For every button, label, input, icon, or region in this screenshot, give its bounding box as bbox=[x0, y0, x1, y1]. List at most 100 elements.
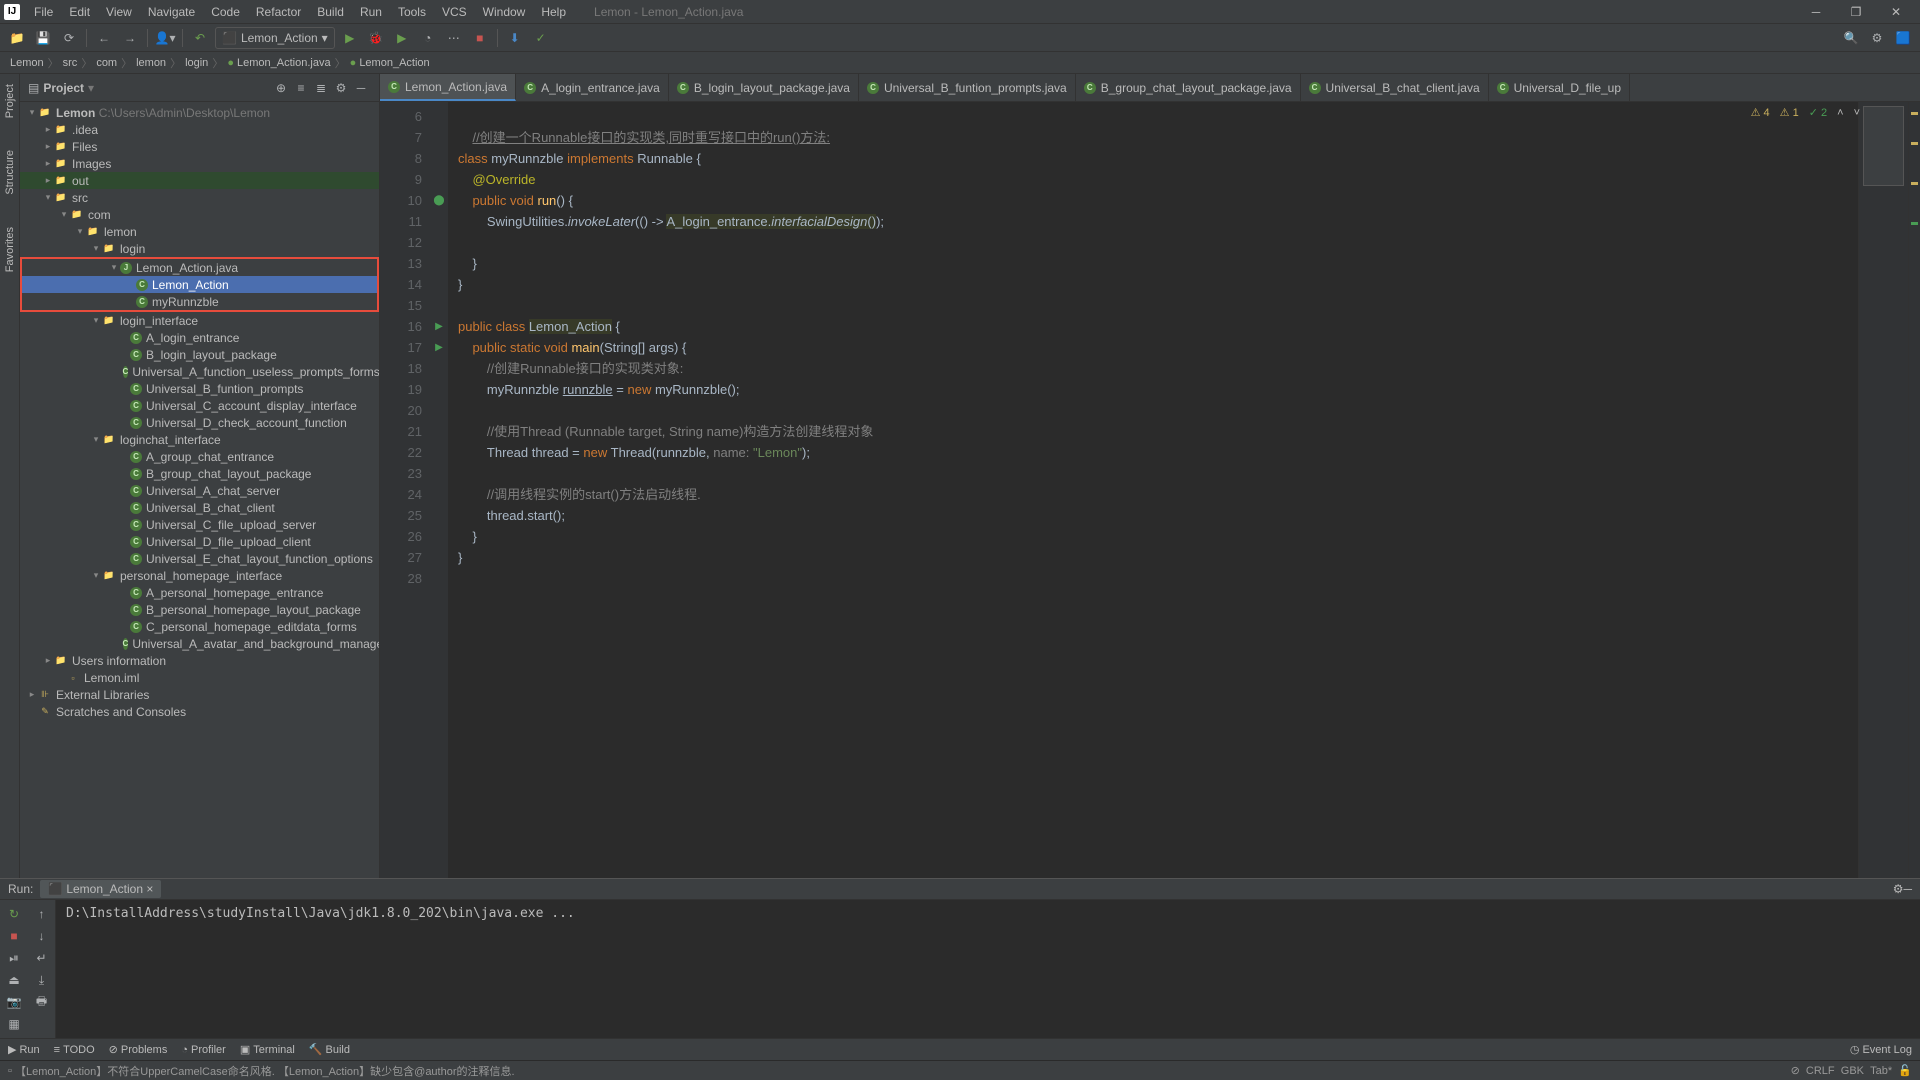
menu-vcs[interactable]: VCS bbox=[434, 3, 475, 21]
stop-icon[interactable]: ■ bbox=[469, 27, 491, 49]
debug-icon[interactable]: 🐞 bbox=[365, 27, 387, 49]
minimize-button[interactable]: ─ bbox=[1796, 1, 1836, 23]
gear-icon[interactable]: ⚙ bbox=[1893, 882, 1904, 896]
back-icon[interactable]: ← bbox=[93, 27, 115, 49]
down-icon[interactable]: ↓ bbox=[32, 926, 52, 946]
attach-icon[interactable]: ⋯ bbox=[443, 27, 465, 49]
menu-help[interactable]: Help bbox=[533, 3, 574, 21]
tree-class[interactable]: ▸CUniversal_D_file_upload_client bbox=[20, 533, 379, 550]
breadcrumb-item[interactable]: ● Lemon_Action.java bbox=[227, 57, 330, 69]
tree-node[interactable]: ▾📁login bbox=[20, 240, 379, 257]
search-icon[interactable]: 🔍 bbox=[1840, 27, 1862, 49]
menu-navigate[interactable]: Navigate bbox=[140, 3, 203, 21]
vcs-update-icon[interactable]: ⬇ bbox=[504, 27, 526, 49]
tree-root[interactable]: ▾📁Lemon C:\Users\Admin\Desktop\Lemon bbox=[20, 104, 379, 121]
tree-node[interactable]: ▸⊪External Libraries bbox=[20, 686, 379, 703]
tree-file[interactable]: ▾JLemon_Action.java bbox=[22, 259, 377, 276]
terminal-tab[interactable]: ▣ Terminal bbox=[240, 1043, 295, 1056]
code-minimap[interactable] bbox=[1858, 102, 1908, 878]
editor-tab-active[interactable]: CLemon_Action.java bbox=[380, 74, 516, 101]
tree-class[interactable]: ▸CUniversal_B_chat_client bbox=[20, 499, 379, 516]
camera-icon[interactable]: 📷 bbox=[4, 992, 24, 1012]
tree-class[interactable]: ▸CB_login_layout_package bbox=[20, 346, 379, 363]
tree-class[interactable]: ▸CC_personal_homepage_editdata_forms bbox=[20, 618, 379, 635]
tree-node[interactable]: ▸📁.idea bbox=[20, 121, 379, 138]
tree-class[interactable]: ▸CUniversal_A_chat_server bbox=[20, 482, 379, 499]
breadcrumb-item[interactable]: login bbox=[185, 57, 208, 69]
editor-tab[interactable]: CUniversal_B_chat_client.java bbox=[1301, 74, 1489, 101]
run-output[interactable]: D:\InstallAddress\studyInstall\Java\jdk1… bbox=[56, 900, 1920, 1038]
stop-icon[interactable]: ■ bbox=[4, 926, 24, 946]
avatar-icon[interactable]: 👤▾ bbox=[154, 27, 176, 49]
tree-node[interactable]: ▾📁com bbox=[20, 206, 379, 223]
tree-node[interactable]: ▸📁Images bbox=[20, 155, 379, 172]
menu-window[interactable]: Window bbox=[475, 3, 534, 21]
editor-tab[interactable]: CUniversal_B_funtion_prompts.java bbox=[859, 74, 1076, 101]
project-tree[interactable]: ▾📁Lemon C:\Users\Admin\Desktop\Lemon ▸📁.… bbox=[20, 102, 379, 878]
run-config-selector[interactable]: ⬛ Lemon_Action ▾ bbox=[215, 27, 335, 49]
wrap-icon[interactable]: ↵ bbox=[32, 948, 52, 968]
forward-icon[interactable]: → bbox=[119, 27, 141, 49]
menu-build[interactable]: Build bbox=[309, 3, 352, 21]
editor-tab[interactable]: CB_group_chat_layout_package.java bbox=[1076, 74, 1301, 101]
settings-icon[interactable]: ⚙ bbox=[1866, 27, 1888, 49]
tree-class[interactable]: ▸CUniversal_E_chat_layout_function_optio… bbox=[20, 550, 379, 567]
tree-node[interactable]: ▸📁Files bbox=[20, 138, 379, 155]
todo-tab[interactable]: ≡ TODO bbox=[54, 1044, 95, 1056]
breadcrumb-item[interactable]: lemon bbox=[136, 57, 166, 69]
tree-class-selected[interactable]: ▸CLemon_Action bbox=[22, 276, 377, 293]
code-text[interactable]: //创建一个Runnable接口的实现类,同时重写接口中的run()方法: cl… bbox=[448, 102, 1858, 878]
maximize-button[interactable]: ❐ bbox=[1836, 1, 1876, 23]
run-gutter-icon[interactable]: ▶ bbox=[430, 316, 448, 337]
gear-icon[interactable]: ⚙ bbox=[331, 78, 351, 98]
menu-run[interactable]: Run bbox=[352, 3, 390, 21]
breadcrumb-item[interactable]: ● Lemon_Action bbox=[350, 57, 430, 69]
layout-icon[interactable]: ▦ bbox=[4, 1014, 24, 1034]
hide-icon[interactable]: ─ bbox=[351, 78, 371, 98]
status-icon[interactable]: ▫ bbox=[8, 1065, 12, 1077]
structure-toolwindow-tab[interactable]: Structure bbox=[4, 144, 16, 201]
expand-all-icon[interactable]: ≡ bbox=[291, 78, 311, 98]
hide-icon[interactable]: ─ bbox=[1903, 882, 1912, 896]
project-toolwindow-tab[interactable]: Project bbox=[4, 78, 16, 124]
encoding[interactable]: GBK bbox=[1841, 1065, 1864, 1077]
print-icon[interactable]: 🖶 bbox=[32, 992, 52, 1012]
pause-icon[interactable]: ⏯ bbox=[4, 948, 24, 968]
breadcrumb-item[interactable]: com bbox=[96, 57, 117, 69]
inspection-strip[interactable] bbox=[1908, 102, 1920, 878]
tree-node[interactable]: ▾📁loginchat_interface bbox=[20, 431, 379, 448]
breadcrumb-item[interactable]: Lemon bbox=[10, 57, 44, 69]
lock-icon[interactable]: 🔓 bbox=[1898, 1064, 1912, 1077]
tree-node-out[interactable]: ▸📁out bbox=[20, 172, 379, 189]
refresh-icon[interactable]: ⟳ bbox=[58, 27, 80, 49]
open-icon[interactable]: 📁 bbox=[6, 27, 28, 49]
tree-class[interactable]: ▸CUniversal_C_account_display_interface bbox=[20, 397, 379, 414]
tree-node[interactable]: ▸✎Scratches and Consoles bbox=[20, 703, 379, 720]
menu-edit[interactable]: Edit bbox=[61, 3, 98, 21]
editor-tab[interactable]: CA_login_entrance.java bbox=[516, 74, 669, 101]
collapse-all-icon[interactable]: ≣ bbox=[311, 78, 331, 98]
tree-class[interactable]: ▸CUniversal_C_file_upload_server bbox=[20, 516, 379, 533]
menu-view[interactable]: View bbox=[98, 3, 140, 21]
select-opened-icon[interactable]: ⊕ bbox=[271, 78, 291, 98]
save-icon[interactable]: 💾 bbox=[32, 27, 54, 49]
tree-node[interactable]: ▾📁personal_homepage_interface bbox=[20, 567, 379, 584]
favorites-toolwindow-tab[interactable]: Favorites bbox=[4, 221, 16, 278]
tree-class[interactable]: ▸CA_group_chat_entrance bbox=[20, 448, 379, 465]
tree-class[interactable]: ▸CB_group_chat_layout_package bbox=[20, 465, 379, 482]
tree-file[interactable]: ▸▫Lemon.iml bbox=[20, 669, 379, 686]
tree-node[interactable]: ▾📁src bbox=[20, 189, 379, 206]
editor-tab[interactable]: CUniversal_D_file_up bbox=[1489, 74, 1630, 101]
tree-class[interactable]: ▸CUniversal_B_funtion_prompts bbox=[20, 380, 379, 397]
tree-class[interactable]: ▸CB_personal_homepage_layout_package bbox=[20, 601, 379, 618]
run-config-tab[interactable]: ⬛ Lemon_Action × bbox=[40, 880, 161, 898]
tree-class[interactable]: ▸CA_login_entrance bbox=[20, 329, 379, 346]
close-button[interactable]: ✕ bbox=[1876, 1, 1916, 23]
run-tab[interactable]: ▶ Run bbox=[8, 1043, 40, 1056]
undo-icon[interactable]: ↶ bbox=[189, 27, 211, 49]
tree-class[interactable]: ▸CUniversal_D_check_account_function bbox=[20, 414, 379, 431]
menu-refactor[interactable]: Refactor bbox=[248, 3, 309, 21]
editor-tab[interactable]: CB_login_layout_package.java bbox=[669, 74, 859, 101]
exit-icon[interactable]: ⏏ bbox=[4, 970, 24, 990]
menu-file[interactable]: File bbox=[26, 3, 61, 21]
